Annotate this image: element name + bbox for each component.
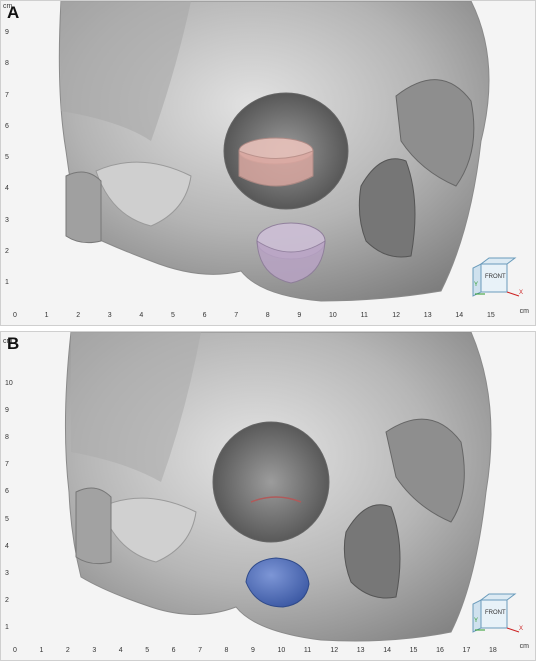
panel-letter: A	[7, 3, 20, 22]
x-tick-label: 0	[13, 647, 17, 654]
y-tick-label: 7	[5, 91, 9, 99]
y-tick-label: 9	[5, 29, 9, 36]
x-tick-label: 11	[360, 312, 368, 319]
vertical-ruler: cm 1 2 3 4 5 6 7 8 9 10	[1, 332, 17, 642]
x-tick-label: 17	[462, 647, 471, 654]
y-tick-label: 8	[5, 434, 9, 442]
y-tick-label: 4	[5, 185, 9, 193]
x-tick-label: 7	[234, 312, 239, 319]
y-tick-label: 7	[5, 461, 9, 469]
y-tick-label: 1	[5, 279, 9, 286]
cube-y-axis-label: Y	[474, 618, 479, 624]
x-tick-label: 4	[139, 312, 144, 319]
x-tick-label: 3	[92, 647, 97, 654]
left-orbit	[212, 421, 330, 543]
x-tick-label: 9	[251, 647, 255, 654]
x-tick-label: 6	[171, 647, 176, 654]
cube-x-axis-label: X	[519, 290, 524, 296]
x-tick-label: 10	[329, 312, 337, 319]
x-tick-label: 15	[409, 647, 418, 654]
y-tick-label: 3	[5, 569, 9, 577]
x-tick-label: 4	[118, 647, 123, 654]
orbital-floor-implant	[238, 137, 314, 187]
panel-b: B cm 1 2 3 4 5 6 7 8 9 10 cm 0 1 2 3 4 5 6 7 8 9 10 11 12 13 14…	[0, 331, 536, 661]
x-tick-label: 6	[202, 312, 207, 319]
x-tick-label: 14	[383, 647, 392, 654]
x-tick-label: 11	[303, 647, 312, 654]
panel-a: A cm 123456789 cm 0 1 2 3 4 5 6 7 8 9 10 11 12 13 14 15…	[0, 0, 536, 326]
x-tick-label: 5	[171, 312, 175, 319]
y-tick-label: 1	[5, 624, 9, 631]
x-tick-label: 13	[356, 647, 365, 654]
x-tick-label: 15	[487, 312, 495, 319]
y-tick-label: 5	[5, 154, 9, 161]
y-tick-label: 8	[5, 60, 9, 68]
x-tick-label: 1	[44, 312, 49, 319]
ruler-unit-label: cm	[519, 308, 529, 315]
horizontal-ruler: cm 0 1 2 3 4 5 6 7 8 9 10 11 12 13 14 15 16 17 18	[1, 642, 535, 660]
x-tick-label: 7	[198, 647, 203, 654]
y-tick-label: 10	[5, 380, 13, 387]
horizontal-ruler: cm 0 1 2 3 4 5 6 7 8 9 10 11 12 13 14 15	[1, 307, 535, 325]
x-tick-label: 8	[265, 312, 270, 319]
cube-face-label: FRONT	[485, 610, 506, 616]
y-tick-label: 6	[5, 122, 9, 130]
y-tick-label: 2	[5, 596, 9, 604]
x-tick-label: 12	[392, 312, 400, 319]
x-tick-label: 9	[297, 312, 302, 319]
x-tick-label: 14	[455, 312, 464, 319]
y-tick-label: 3	[5, 216, 9, 224]
y-tick-label: 2	[5, 247, 9, 255]
x-tick-label: 3	[107, 312, 112, 319]
y-tick-label: 4	[5, 542, 9, 550]
x-tick-label: 13	[423, 312, 432, 319]
vertical-ruler: cm 123456789	[1, 1, 17, 307]
y-tick-label: 5	[5, 515, 9, 523]
panel-letter: B	[7, 334, 20, 353]
x-tick-label: 2	[65, 647, 70, 654]
x-tick-label: 2	[76, 312, 81, 319]
ruler-unit-label: cm	[519, 643, 529, 650]
x-tick-label: 10	[277, 647, 286, 654]
cube-x-axis-label: X	[519, 626, 524, 632]
x-tick-label: 5	[145, 647, 150, 654]
view-orientation-cube[interactable]: FRONT Y X	[471, 254, 525, 300]
skull-render-a	[58, 1, 490, 302]
x-tick-label: 18	[489, 647, 497, 654]
y-tick-label: 6	[5, 488, 9, 496]
x-tick-label: 0	[13, 312, 17, 319]
x-tick-label: 16	[436, 647, 444, 654]
skull-render-b	[64, 332, 492, 642]
cube-face-label: FRONT	[485, 274, 506, 280]
x-tick-label: 1	[39, 647, 44, 654]
x-tick-label: 12	[330, 647, 339, 654]
x-tick-label: 8	[224, 647, 229, 654]
y-tick-label: 9	[5, 407, 9, 415]
cube-y-axis-label: Y	[474, 282, 479, 288]
view-orientation-cube[interactable]: FRONT Y X	[471, 590, 525, 636]
